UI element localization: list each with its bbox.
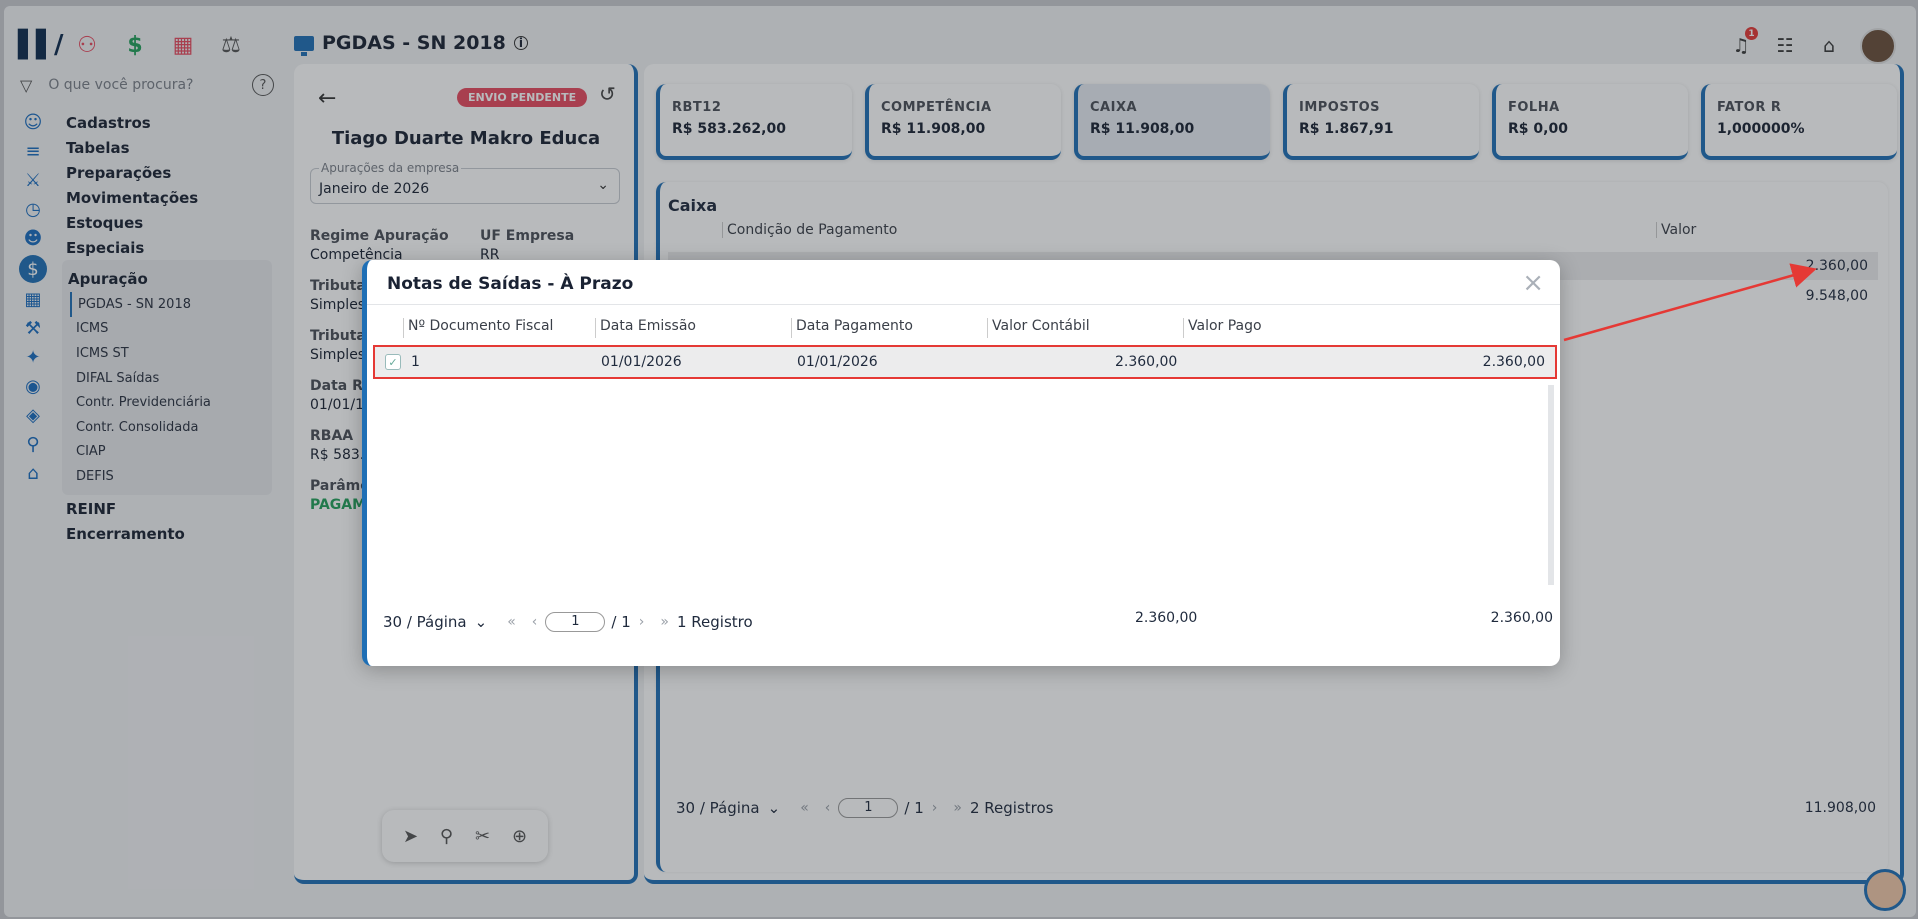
cell-documento: 1 [411, 354, 420, 370]
cell-valor-contabil: 2.360,00 [1115, 354, 1178, 370]
col-emissao[interactable]: Data Emissão [595, 318, 696, 338]
page-size-select[interactable]: 30 / Página [383, 613, 467, 631]
col-valor-contabil[interactable]: Valor Contábil [987, 318, 1090, 338]
modal-title: Notas de Saídas - À Prazo [387, 274, 634, 294]
record-count: 1 Registro [676, 613, 753, 631]
col-pagamento[interactable]: Data Pagamento [791, 318, 913, 338]
close-icon[interactable]: × [1522, 268, 1544, 298]
cell-pagamento: 01/01/2026 [797, 354, 878, 370]
total-valor-contabil: 2.360,00 [1135, 610, 1198, 626]
cell-valor-pago: 2.360,00 [1482, 354, 1545, 370]
prev-page-icon[interactable]: ‹ [532, 614, 538, 630]
col-valor-pago[interactable]: Valor Pago [1183, 318, 1262, 338]
divider [367, 304, 1560, 305]
last-page-icon[interactable]: » [660, 614, 669, 630]
col-documento[interactable]: Nº Documento Fiscal [403, 318, 553, 338]
next-page-icon[interactable]: › [639, 614, 645, 630]
page-total: / 1 [611, 613, 631, 631]
total-valor-pago: 2.360,00 [1490, 610, 1553, 626]
notas-modal: Notas de Saídas - À Prazo × Nº Documento… [362, 260, 1560, 666]
row-checkbox[interactable]: ✓ [385, 354, 401, 370]
modal-pagination: 30 / Página ⌄ « ‹ 1 / 1 › » 1 Registro 2… [383, 610, 1553, 632]
table-row[interactable]: ✓ 1 01/01/2026 01/01/2026 2.360,00 2.360… [373, 345, 1557, 379]
first-page-icon[interactable]: « [507, 614, 516, 630]
chevron-down-icon[interactable]: ⌄ [475, 613, 488, 631]
scrollbar[interactable] [1548, 385, 1554, 585]
cell-emissao: 01/01/2026 [601, 354, 682, 370]
page-input[interactable]: 1 [545, 612, 606, 632]
